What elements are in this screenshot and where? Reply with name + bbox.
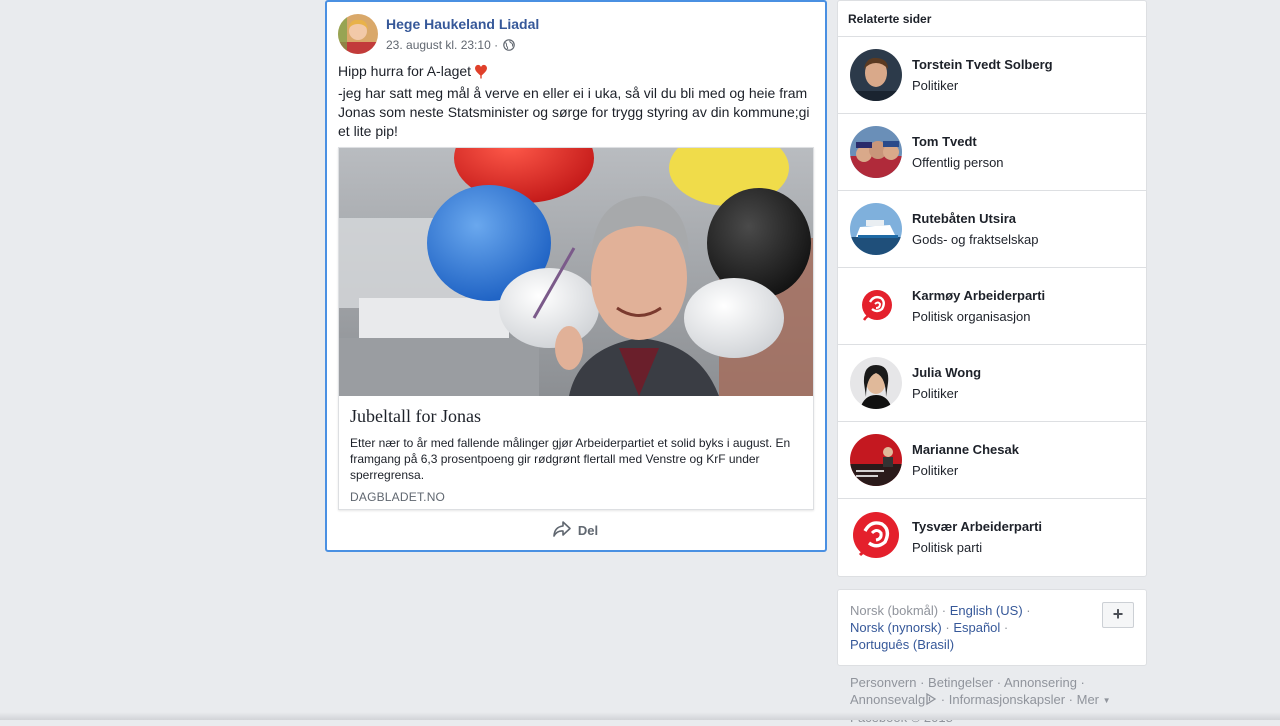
footer-link-personvern[interactable]: Personvern (850, 675, 916, 690)
language-list: Norsk (bokmål) · English (US) · Norsk (n… (850, 603, 1031, 652)
related-page-name[interactable]: Marianne Chesak (912, 442, 1019, 457)
footer-link-mer[interactable]: Mer ▼ (1077, 692, 1111, 707)
language-link-portugues[interactable]: Português (Brasil) (850, 637, 954, 652)
related-page-category: Politiker (912, 463, 959, 478)
related-page-item[interactable]: Torstein Tvedt Solberg Politiker (838, 37, 1146, 114)
related-page-avatar[interactable] (850, 203, 902, 255)
language-link-nynorsk[interactable]: Norsk (nynorsk) (850, 620, 942, 635)
link-preview[interactable]: Jubeltall for Jonas Etter nær to år med … (338, 147, 814, 510)
add-language-button[interactable]: + (1102, 602, 1134, 628)
adchoices-icon[interactable] (925, 692, 937, 709)
related-page-avatar[interactable] (850, 434, 902, 486)
related-page-name[interactable]: Rutebåten Utsira (912, 211, 1016, 226)
link-preview-image[interactable] (339, 148, 813, 396)
link-title[interactable]: Jubeltall for Jonas (350, 406, 802, 427)
related-page-avatar[interactable] (850, 49, 902, 101)
share-label: Del (577, 522, 599, 538)
related-page-name[interactable]: Tysvær Arbeiderparti (912, 519, 1042, 534)
footer-link-annonsering[interactable]: Annonsering (1004, 675, 1077, 690)
footer-mer-label: Mer (1076, 692, 1100, 707)
link-domain: DAGBLADET.NO (350, 490, 446, 504)
related-page-avatar[interactable] (850, 126, 902, 178)
related-page-item[interactable]: Marianne Chesak Politiker (838, 422, 1146, 499)
post-text: Hipp hurra for A-laget -jeg har satt meg… (338, 62, 812, 141)
related-page-category: Politisk organisasjon (912, 309, 1031, 324)
post-text-body: -jeg har satt meg mål å verve en eller e… (338, 85, 810, 139)
related-page-name[interactable]: Torstein Tvedt Solberg (912, 57, 1053, 72)
footer-link-betingelser[interactable]: Betingelser (928, 675, 993, 690)
footer-link-annonsevalg[interactable]: Annonsevalg (850, 692, 925, 707)
author-name[interactable]: Hege Haukeland Liadal (386, 16, 539, 32)
rose-logo-icon[interactable] (850, 511, 902, 563)
post-text-line1: Hipp hurra for A-laget (338, 63, 472, 79)
language-selector-panel: Norsk (bokmål) · English (US) · Norsk (n… (837, 589, 1147, 666)
related-page-item[interactable]: Tom Tvedt Offentlig person (838, 114, 1146, 191)
link-preview-body: Jubeltall for Jonas Etter nær to år med … (350, 406, 802, 504)
post-meta: 23. august kl. 23:10 · (386, 38, 516, 54)
related-page-category: Politiker (912, 78, 959, 93)
link-description: Etter nær to år med fallende målinger gj… (350, 436, 791, 482)
rose-logo-icon[interactable] (850, 280, 902, 332)
globe-icon[interactable] (503, 39, 516, 54)
language-link-espanol[interactable]: Español (953, 620, 1000, 635)
share-button[interactable]: Del (552, 520, 598, 541)
window-bottom-edge (0, 712, 1280, 720)
post-timestamp[interactable]: 23. august kl. 23:10 · (386, 38, 498, 52)
author-avatar[interactable] (338, 14, 378, 54)
related-page-category: Gods- og fraktselskap (912, 232, 1039, 247)
current-language: Norsk (bokmål) (850, 603, 939, 618)
footer-link-informasjonskapsler[interactable]: Informasjonskapsler (949, 692, 1065, 707)
related-pages-panel: Relaterte sider Torstein Tvedt Solberg P… (837, 0, 1147, 577)
related-page-avatar[interactable] (850, 357, 902, 409)
related-page-category: Politisk parti (912, 540, 983, 555)
related-page-item[interactable]: Tysvær Arbeiderparti Politisk parti (838, 499, 1146, 575)
post-card[interactable]: Hege Haukeland Liadal 23. august kl. 23:… (325, 0, 827, 552)
related-page-name[interactable]: Karmøy Arbeiderparti (912, 288, 1045, 303)
post-header: Hege Haukeland Liadal 23. august kl. 23:… (338, 14, 808, 56)
related-page-category: Offentlig person (912, 155, 1004, 170)
post-actions: Del (338, 512, 812, 548)
related-page-item[interactable]: Julia Wong Politiker (838, 345, 1146, 422)
related-page-item[interactable]: Rutebåten Utsira Gods- og fraktselskap (838, 191, 1146, 268)
caret-down-icon: ▼ (1102, 696, 1111, 705)
related-page-name[interactable]: Julia Wong (912, 365, 981, 380)
related-page-item[interactable]: Karmøy Arbeiderparti Politisk organisasj… (838, 268, 1146, 345)
related-page-name[interactable]: Tom Tvedt (912, 134, 977, 149)
share-icon (552, 520, 572, 541)
language-link-english[interactable]: English (US) (950, 603, 1023, 618)
heart-icon (474, 63, 488, 84)
related-pages-heading: Relaterte sider (838, 1, 1146, 37)
related-page-category: Politiker (912, 386, 959, 401)
